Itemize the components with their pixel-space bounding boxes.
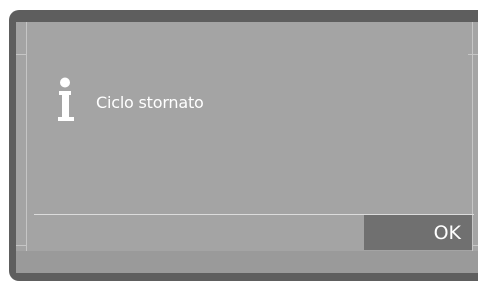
device-bezel: Ciclo stornato OK bbox=[0, 0, 478, 281]
guide-tick bbox=[468, 54, 478, 55]
guide-tick bbox=[16, 245, 26, 246]
guide-tick bbox=[16, 54, 26, 55]
info-icon bbox=[58, 77, 74, 121]
ok-button[interactable]: OK bbox=[364, 215, 472, 250]
bottom-status-strip bbox=[16, 251, 478, 273]
dialog-message: Ciclo stornato bbox=[96, 93, 204, 112]
left-guide-line bbox=[26, 22, 27, 251]
right-guide-line bbox=[472, 22, 473, 251]
